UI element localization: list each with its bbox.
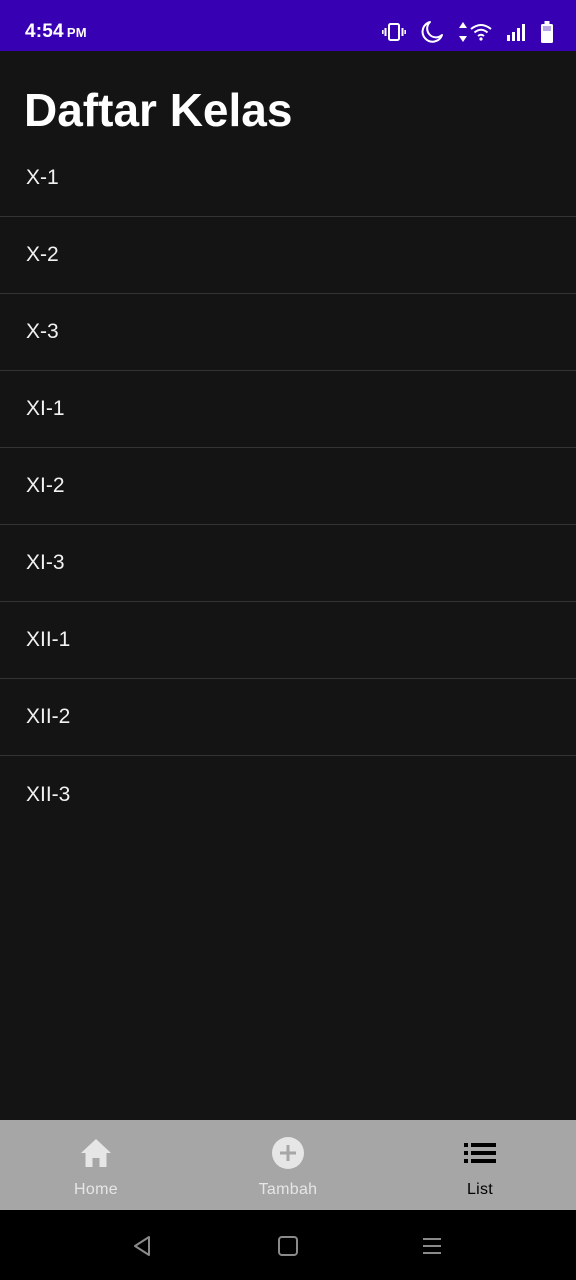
class-list-item[interactable]: X-3 (0, 294, 576, 371)
add-circle-icon (271, 1136, 305, 1170)
class-item-label: XI-2 (26, 474, 65, 497)
class-item-label: XII-3 (26, 782, 71, 806)
home-icon (80, 1136, 112, 1170)
status-time: 4:54 PM (25, 21, 87, 43)
class-list-item[interactable]: X-1 (0, 140, 576, 217)
nav-item-home[interactable]: Home (0, 1120, 192, 1210)
class-list-item[interactable]: XII-3 (0, 756, 576, 833)
menu-icon[interactable] (418, 1232, 446, 1260)
page-title: Daftar Kelas (24, 84, 293, 136)
vibrate-icon (382, 22, 406, 42)
battery-icon (540, 20, 554, 44)
class-item-label: X-1 (26, 166, 59, 189)
class-list: X-1 X-2 X-3 XI-1 XI-2 XI-3 XII-1 XII-2 X… (0, 140, 576, 833)
class-list-item[interactable]: XI-1 (0, 371, 576, 448)
class-item-label: XII-1 (26, 628, 71, 651)
wifi-data-icon (458, 21, 492, 43)
class-item-label: XII-2 (26, 705, 71, 728)
status-time-ampm: PM (66, 25, 87, 40)
data-arrows-icon (459, 22, 467, 42)
back-icon[interactable] (128, 1232, 156, 1260)
status-icons (382, 17, 554, 47)
bottom-navigation: Home Tambah List (0, 1120, 576, 1210)
home-square-icon[interactable] (274, 1232, 302, 1260)
class-list-item[interactable]: XI-3 (0, 525, 576, 602)
class-item-label: X-3 (26, 320, 59, 343)
nav-item-tambah[interactable]: Tambah (192, 1120, 384, 1210)
status-time-value: 4:54 (25, 21, 64, 42)
nav-label-list: List (466, 1181, 494, 1198)
class-item-label: XI-3 (26, 551, 65, 574)
class-item-label: XI-1 (26, 397, 65, 420)
list-icon (464, 1136, 496, 1170)
nav-label-tambah: Tambah (258, 1181, 318, 1198)
signal-icon (506, 23, 526, 41)
class-item-label: X-2 (26, 243, 59, 266)
status-bar: 4:54 PM (0, 0, 576, 51)
class-list-item[interactable]: XII-2 (0, 679, 576, 756)
app-screen: 4:54 PM Daftar Kelas X-1 X-2 X-3 XI-1 XI… (0, 0, 576, 1280)
moon-icon (420, 20, 444, 44)
nav-label-home: Home (74, 1181, 118, 1198)
class-list-item[interactable]: XI-2 (0, 448, 576, 525)
class-list-item[interactable]: XII-1 (0, 602, 576, 679)
nav-item-list[interactable]: List (384, 1120, 576, 1210)
wifi-icon (470, 24, 492, 41)
class-list-item[interactable]: X-2 (0, 217, 576, 294)
system-navigation-bar (0, 1210, 576, 1280)
